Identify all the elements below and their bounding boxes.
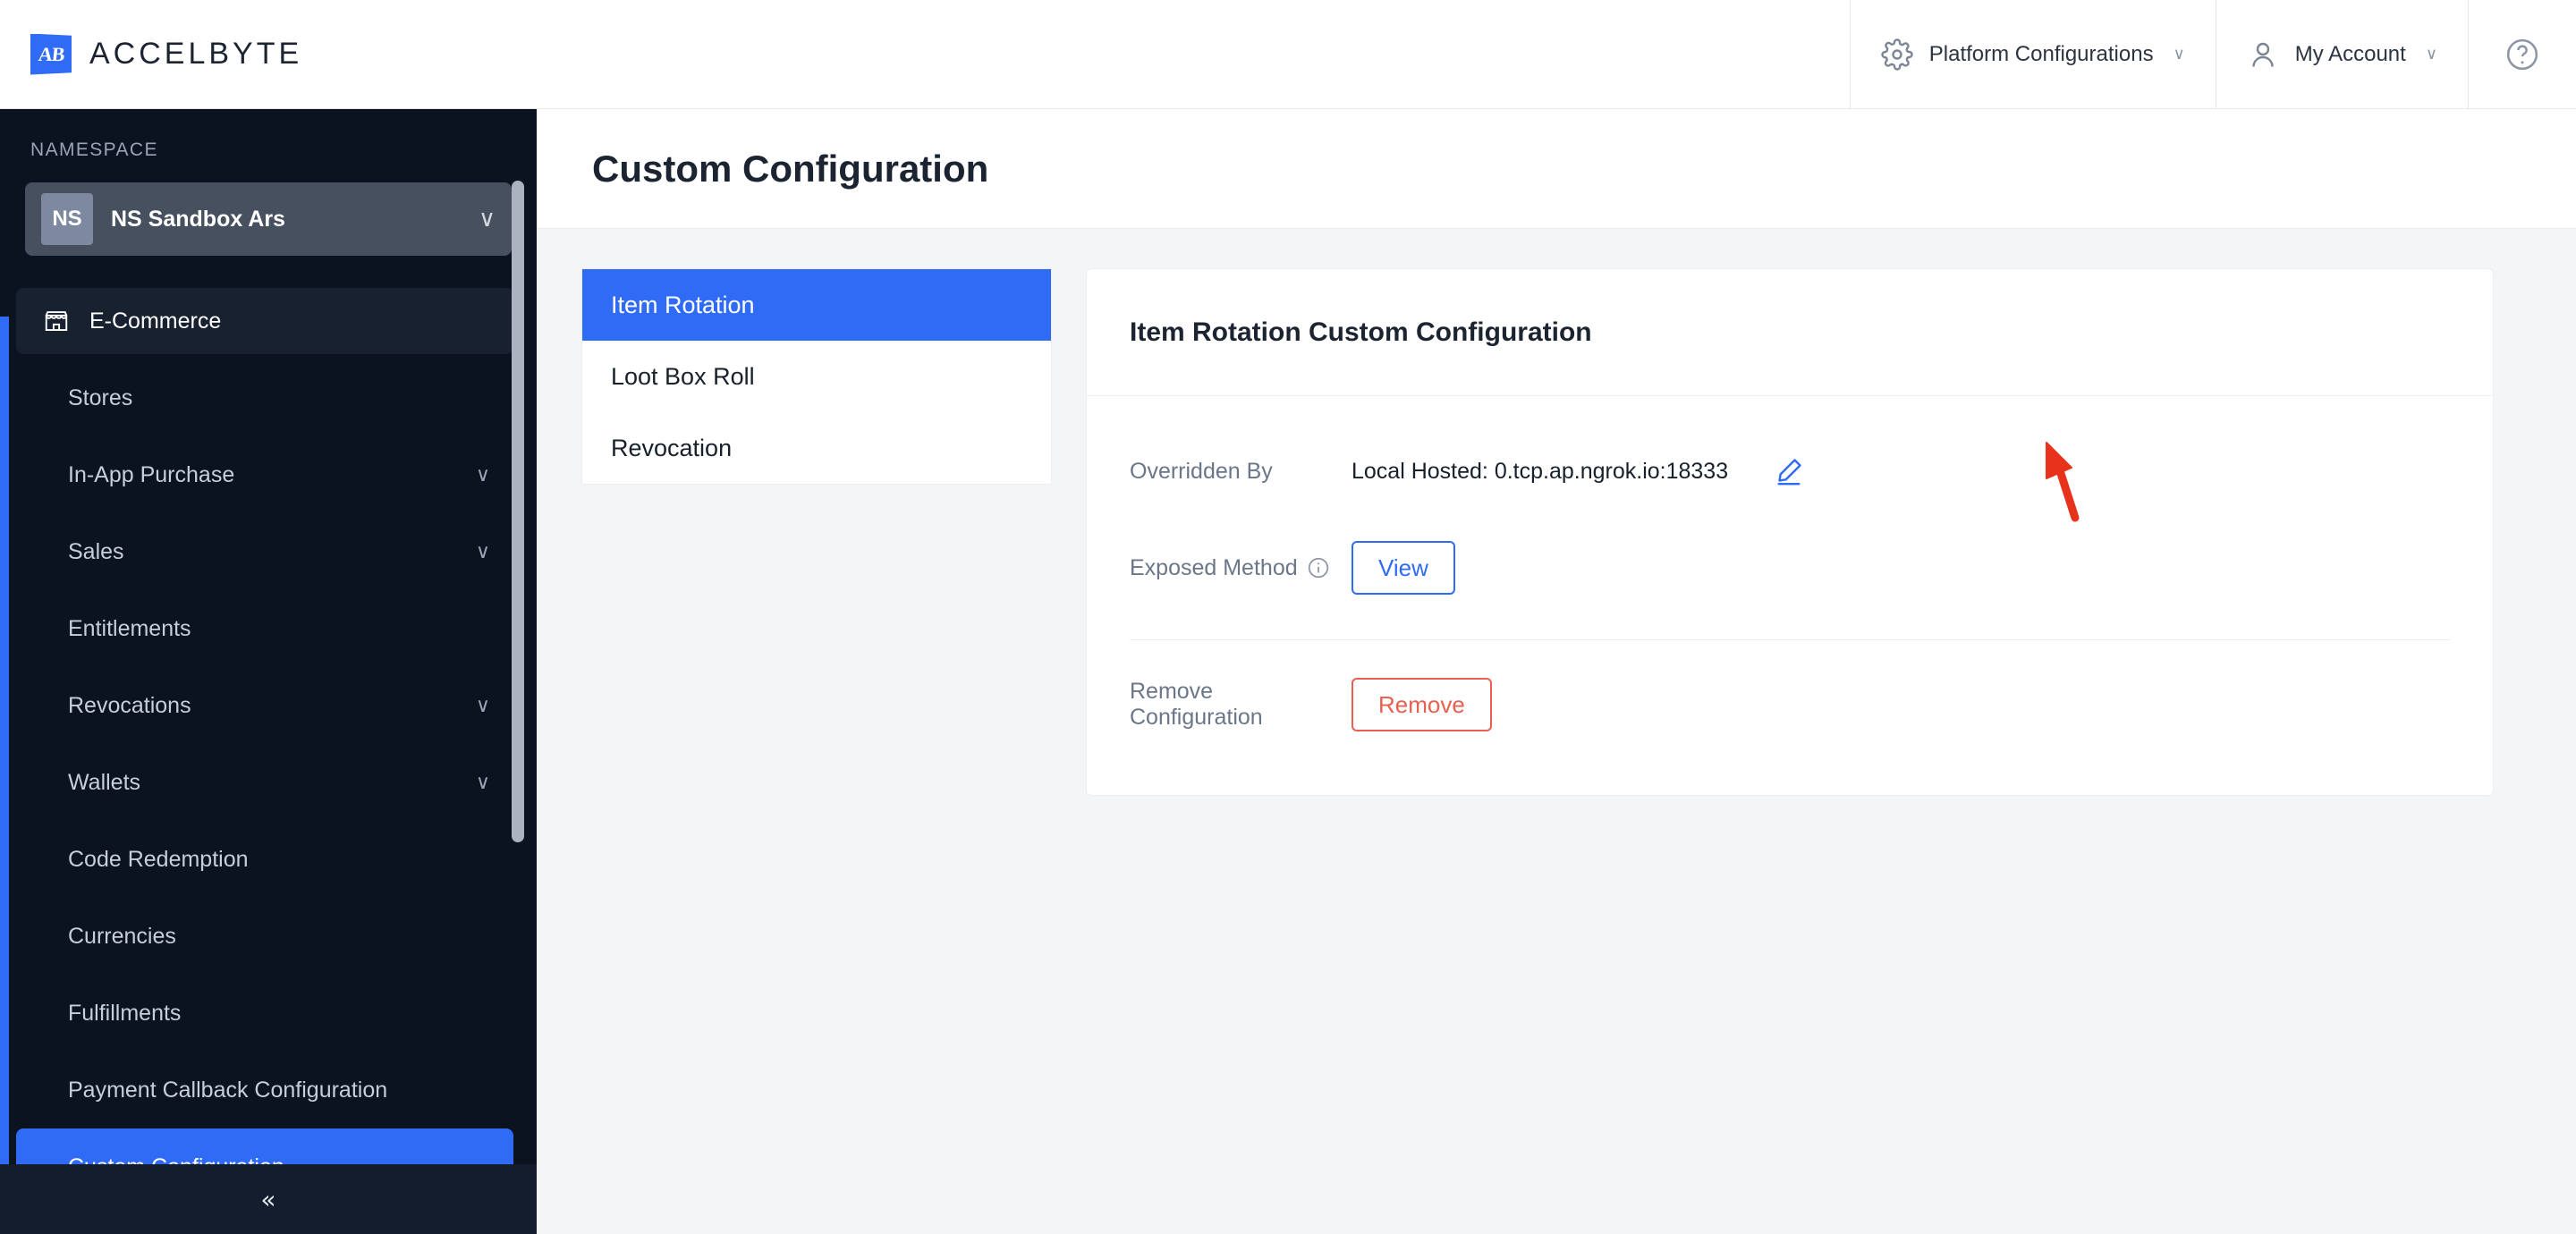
main-content: Custom Configuration Item Rotation Loot … <box>537 109 2576 1234</box>
config-tab-list: Item Rotation Loot Box Roll Revocation <box>581 268 1052 485</box>
sidebar-item-code-redemption[interactable]: Code Redemption <box>16 821 513 898</box>
sidebar-item-label: Entitlements <box>68 615 191 641</box>
edit-overridden-by-button[interactable] <box>1771 453 1807 489</box>
card-body: Overridden By Local Hosted: 0.tcp.ap.ngr… <box>1087 396 2493 737</box>
exposed-method-row: Exposed Method View <box>1130 536 2450 600</box>
tab-label: Item Rotation <box>611 291 755 318</box>
sidebar-accent-strip <box>0 317 9 1234</box>
sidebar-item-sales[interactable]: Sales ∨ <box>16 513 513 590</box>
sidebar-nav-list: Stores In-App Purchase ∨ Sales ∨ Entitle… <box>0 359 537 1205</box>
brand-logo[interactable]: AB ACCELBYTE <box>0 0 302 108</box>
sidebar-item-label: Currencies <box>68 923 176 949</box>
chevron-down-icon: ∨ <box>2425 45 2437 63</box>
sidebar-item-label: Revocations <box>68 692 191 718</box>
logo-monogram: AB <box>37 42 65 65</box>
pencil-edit-icon <box>1774 456 1804 486</box>
sidebar-item-label: Sales <box>68 538 124 564</box>
my-account-label: My Account <box>2294 41 2406 66</box>
namespace-selector[interactable]: NS NS Sandbox Ars ∨ <box>25 182 512 256</box>
sidebar-item-in-app-purchase[interactable]: In-App Purchase ∨ <box>16 436 513 513</box>
overridden-by-label: Overridden By <box>1130 458 1273 484</box>
exposed-method-label: Exposed Method <box>1130 555 1352 581</box>
remove-configuration-label: Remove Configuration <box>1130 679 1263 730</box>
sidebar-item-fulfillments[interactable]: Fulfillments <box>16 975 513 1052</box>
chevron-down-icon: ∨ <box>475 694 490 717</box>
chevron-down-icon: ∨ <box>475 771 490 794</box>
chevron-down-icon: ∨ <box>475 463 490 486</box>
tab-item-rotation[interactable]: Item Rotation <box>582 269 1051 341</box>
sidebar-item-label: Stores <box>68 385 133 410</box>
chevron-double-left-icon: « <box>260 1184 276 1214</box>
my-account-menu[interactable]: My Account ∨ <box>2215 0 2468 108</box>
namespace-name: NS Sandbox Ars <box>111 206 285 232</box>
tab-label: Loot Box Roll <box>611 362 755 390</box>
overridden-by-value: Local Hosted: 0.tcp.ap.ngrok.io:18333 <box>1352 458 1729 484</box>
tab-loot-box-roll[interactable]: Loot Box Roll <box>582 341 1051 412</box>
sidebar-item-revocations[interactable]: Revocations ∨ <box>16 667 513 744</box>
remove-configuration-row: Remove Configuration Remove <box>1130 672 2450 737</box>
sidebar-item-wallets[interactable]: Wallets ∨ <box>16 744 513 821</box>
sidebar-group-ecommerce[interactable]: E-Commerce <box>16 288 513 354</box>
info-circle-icon[interactable] <box>1307 556 1330 579</box>
help-button[interactable] <box>2468 0 2576 108</box>
remove-button[interactable]: Remove <box>1352 678 1492 731</box>
user-icon <box>2247 38 2279 71</box>
brand-name: ACCELBYTE <box>89 37 303 71</box>
tab-label: Revocation <box>611 434 733 461</box>
card-header: Item Rotation Custom Configuration <box>1087 269 2493 396</box>
sidebar-group-label: E-Commerce <box>89 308 222 334</box>
question-circle-icon <box>2504 37 2540 72</box>
platform-configurations-menu[interactable]: Platform Configurations ∨ <box>1849 0 2216 108</box>
sidebar-collapse-button[interactable]: « <box>0 1164 537 1234</box>
chevron-down-icon: ∨ <box>2173 45 2185 63</box>
card-title: Item Rotation Custom Configuration <box>1130 317 1592 347</box>
gear-icon <box>1881 38 1913 71</box>
configuration-card: Item Rotation Custom Configuration Overr… <box>1086 268 2494 796</box>
left-sidebar: NAMESPACE NS NS Sandbox Ars ∨ E-Commerce… <box>0 109 537 1234</box>
chevron-down-icon: ∨ <box>475 540 490 563</box>
exposed-method-label-text: Exposed Method <box>1130 554 1298 580</box>
sidebar-item-label: Code Redemption <box>68 846 249 872</box>
chevron-down-icon: ∨ <box>478 206 496 232</box>
storefront-icon <box>43 308 70 334</box>
page-title: Custom Configuration <box>592 147 989 190</box>
row-gap <box>1130 640 2450 672</box>
sidebar-scrollbar[interactable] <box>512 181 524 842</box>
row-gap <box>1130 503 2450 536</box>
sidebar-item-payment-callback-configuration[interactable]: Payment Callback Configuration <box>16 1052 513 1128</box>
top-header-bar: AB ACCELBYTE Platform Configurations ∨ M… <box>0 0 2576 109</box>
sidebar-item-label: In-App Purchase <box>68 461 235 487</box>
sidebar-item-stores[interactable]: Stores <box>16 359 513 436</box>
sidebar-item-entitlements[interactable]: Entitlements <box>16 590 513 667</box>
page-header: Custom Configuration <box>537 109 2576 229</box>
header-spacer <box>302 0 1850 108</box>
tab-revocation[interactable]: Revocation <box>582 412 1051 484</box>
sidebar-item-label: Wallets <box>68 769 141 795</box>
namespace-badge: NS <box>41 193 93 245</box>
sidebar-item-label: Payment Callback Configuration <box>68 1077 388 1103</box>
platform-configurations-label: Platform Configurations <box>1928 41 2154 66</box>
view-button[interactable]: View <box>1352 541 1455 595</box>
content-area: Item Rotation Loot Box Roll Revocation I… <box>537 229 2576 796</box>
overridden-by-row: Overridden By Local Hosted: 0.tcp.ap.ngr… <box>1130 439 2450 503</box>
accelbyte-logo-icon: AB <box>30 33 72 75</box>
sidebar-item-currencies[interactable]: Currencies <box>16 898 513 975</box>
sidebar-item-label: Fulfillments <box>68 1000 182 1026</box>
namespace-heading: NAMESPACE <box>30 139 158 160</box>
